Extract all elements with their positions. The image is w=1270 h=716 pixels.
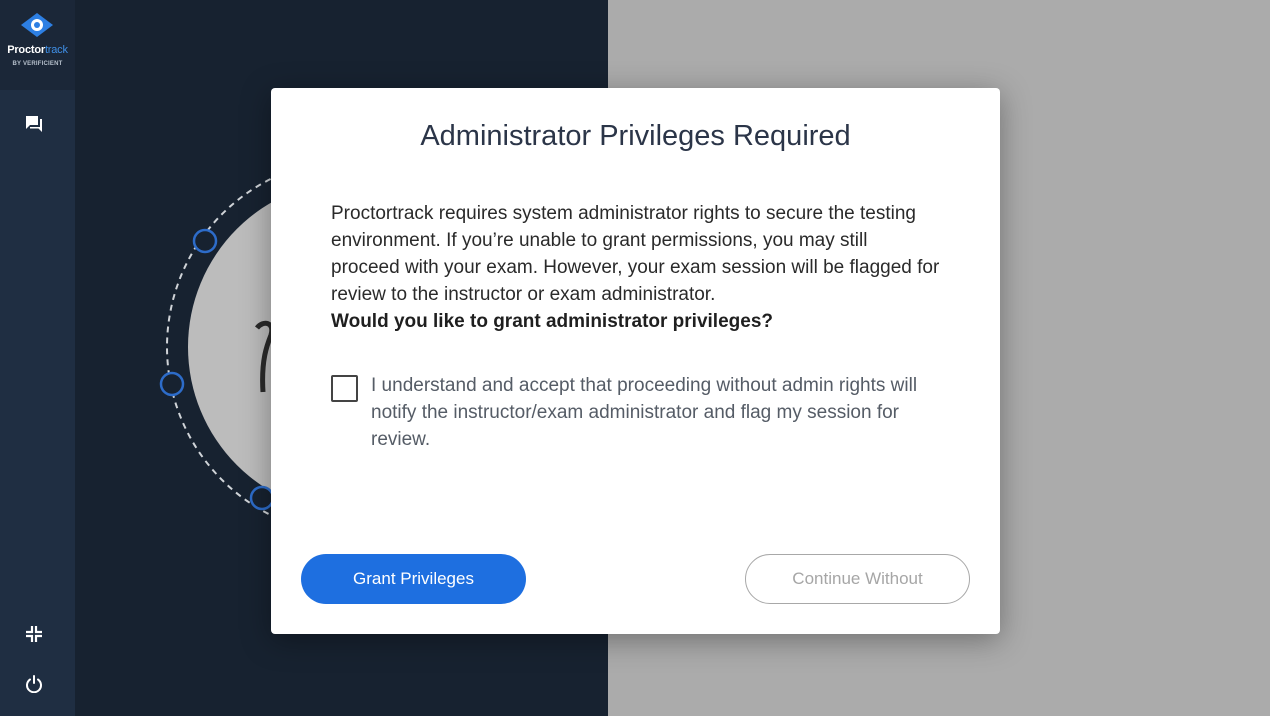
brand-subtitle: BY VERIFICIENT: [12, 61, 63, 67]
collapse-icon[interactable]: [22, 622, 46, 646]
consent-label: I understand and accept that proceeding …: [371, 375, 918, 450]
dialog-body: Proctortrack requires system administrat…: [331, 200, 941, 335]
dialog-question: Would you like to grant administrator pr…: [331, 311, 773, 332]
chat-icon[interactable]: [22, 112, 46, 136]
grant-privileges-button[interactable]: Grant Privileges: [301, 554, 526, 604]
consent-checkbox[interactable]: [331, 375, 358, 402]
brand-logo: Proctortrack BY VERIFICIENT: [0, 0, 75, 90]
power-icon[interactable]: [22, 672, 46, 696]
dialog-description: Proctortrack requires system administrat…: [331, 203, 940, 305]
sidebar: Proctortrack BY VERIFICIENT: [0, 0, 75, 716]
eye-logo-icon: [21, 13, 53, 37]
admin-privileges-dialog: Administrator Privileges Required Procto…: [271, 88, 1000, 634]
dialog-title: Administrator Privileges Required: [420, 120, 851, 152]
continue-without-button[interactable]: Continue Without: [745, 554, 970, 604]
brand-name: Proctortrack: [7, 44, 68, 56]
